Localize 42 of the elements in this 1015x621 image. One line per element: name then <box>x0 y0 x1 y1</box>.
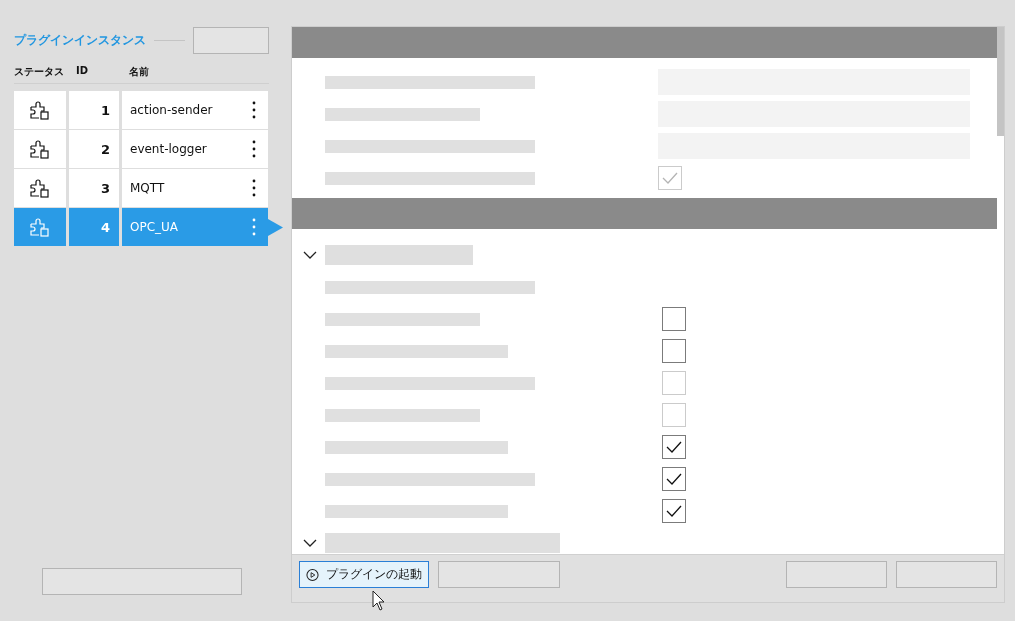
id-cell[interactable]: 2 <box>69 130 119 168</box>
checkbox[interactable] <box>662 467 686 491</box>
puzzle-icon <box>29 177 51 199</box>
selection-pointer-icon <box>268 219 283 236</box>
blank-button[interactable] <box>192 27 269 54</box>
check-icon <box>662 172 678 184</box>
check-icon <box>666 473 682 485</box>
puzzle-icon <box>29 99 51 121</box>
checkbox[interactable] <box>662 339 686 363</box>
name-cell[interactable]: event-logger <box>122 130 268 168</box>
checkbox[interactable] <box>662 307 686 331</box>
status-cell[interactable] <box>14 208 66 246</box>
more-icon[interactable] <box>252 179 256 197</box>
chevron-down-icon[interactable] <box>303 250 317 260</box>
blank-button[interactable] <box>896 561 997 588</box>
puzzle-icon <box>29 216 51 238</box>
chevron-down-icon[interactable] <box>303 538 317 548</box>
play-icon <box>306 567 319 582</box>
column-header: 名前 <box>128 65 150 79</box>
puzzle-icon <box>29 138 51 160</box>
name-cell[interactable]: action-sender <box>122 91 268 129</box>
check-icon <box>666 441 682 453</box>
panel-title: プラグインインスタンス <box>14 32 146 49</box>
column-header: ステータス <box>14 65 65 79</box>
checkbox[interactable] <box>662 435 686 459</box>
status-cell[interactable] <box>14 130 66 168</box>
status-cell[interactable] <box>14 91 66 129</box>
id-cell[interactable]: 3 <box>69 169 119 207</box>
mouse-cursor-icon <box>372 590 386 612</box>
name-cell[interactable]: MQTT <box>122 169 268 207</box>
more-icon[interactable] <box>252 140 256 158</box>
checkbox[interactable] <box>662 499 686 523</box>
column-header: ID <box>75 65 90 76</box>
scrollbar-thumb[interactable] <box>997 27 1004 136</box>
blank-button[interactable] <box>438 561 560 588</box>
blank-button[interactable] <box>42 568 242 595</box>
blank-button[interactable] <box>786 561 887 588</box>
more-icon[interactable] <box>252 101 256 119</box>
status-cell[interactable] <box>14 169 66 207</box>
id-cell[interactable]: 1 <box>69 91 119 129</box>
check-icon <box>666 505 682 517</box>
start-plugin-button[interactable]: プラグインの起動 <box>299 561 429 588</box>
